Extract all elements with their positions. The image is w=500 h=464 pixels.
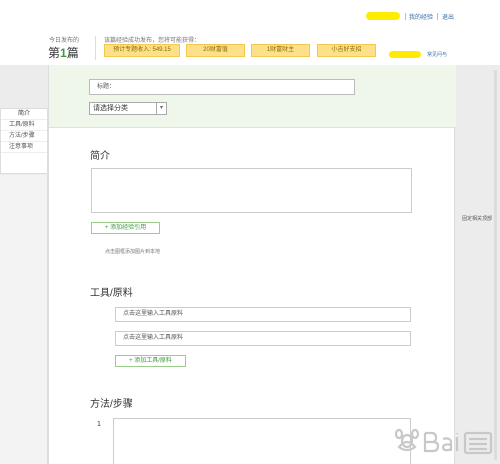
reward-notice: 该篇经验成功发布，您将可能获得：	[104, 38, 201, 44]
title-input[interactable]: 标题：	[89, 79, 355, 95]
username-highlight	[366, 12, 400, 20]
scrollbar[interactable]	[494, 70, 497, 460]
step-textarea[interactable]	[113, 418, 411, 464]
baidu-jingyan-watermark	[394, 428, 493, 455]
step-number: 1	[97, 421, 101, 428]
side-note: 固定相关顶部	[462, 216, 493, 222]
reward-chip: 预计专题收入: 549.15	[104, 44, 180, 57]
today-count: 第1篇	[48, 44, 79, 61]
nav-item-intro[interactable]: 简介	[1, 109, 47, 120]
today-label: 今日发布的	[49, 38, 80, 44]
publish-header: 今日发布的 第1篇 该篇经验成功发布，您将可能获得： 预计专题收入: 549.1…	[0, 33, 500, 65]
tool-input[interactable]: 点击这里输入工具原料	[115, 331, 411, 346]
logout-link[interactable]: 退出	[442, 12, 454, 21]
category-select[interactable]: 请选择分类 ▾	[89, 102, 167, 115]
help-link[interactable]: 常见问与	[427, 51, 447, 58]
category-value: 请选择分类	[93, 105, 128, 112]
reward-chip: 1财富财主	[251, 44, 310, 57]
help-highlight	[389, 51, 421, 58]
chevron-down-icon[interactable]: ▾	[156, 103, 166, 114]
top-separator	[405, 13, 406, 20]
intro-textarea[interactable]	[91, 168, 412, 213]
editor-panel: 标题： 请选择分类 ▾ 简介 + 添加经验引用 点击图框添加图片到本地 工具/原…	[48, 65, 456, 464]
today-count-suffix: 篇	[66, 46, 79, 60]
add-tool-button[interactable]: + 添加工具/原料	[115, 355, 186, 367]
nav-item-tools[interactable]: 工具/原料	[1, 120, 47, 131]
section-nav: 简介 工具/原料 方法/步骤 注意事项	[0, 108, 48, 174]
title-area: 标题： 请选择分类 ▾	[49, 65, 456, 128]
header-divider	[95, 36, 96, 60]
reward-chip: 小吉好支招	[317, 44, 376, 57]
today-count-prefix: 第	[48, 46, 61, 60]
top-separator	[437, 13, 438, 20]
tools-heading: 工具/原料	[90, 288, 133, 299]
tool-input[interactable]: 点击这里输入工具原料	[115, 307, 411, 322]
intro-heading: 简介	[90, 151, 110, 162]
nav-item-notes[interactable]: 注意事项	[1, 142, 47, 153]
image-hint: 点击图框添加图片到本地	[105, 249, 161, 255]
add-reference-button[interactable]: + 添加经验引用	[91, 222, 160, 234]
reward-chip: 20财富值	[186, 44, 245, 57]
left-gutter	[0, 175, 48, 464]
my-experience-link[interactable]: 我的经验	[409, 12, 433, 21]
top-bar: 我的经验 退出	[0, 0, 500, 33]
nav-item-steps[interactable]: 方法/步骤	[1, 131, 47, 142]
today-count-number: 1	[60, 46, 67, 60]
steps-heading: 方法/步骤	[90, 399, 133, 410]
